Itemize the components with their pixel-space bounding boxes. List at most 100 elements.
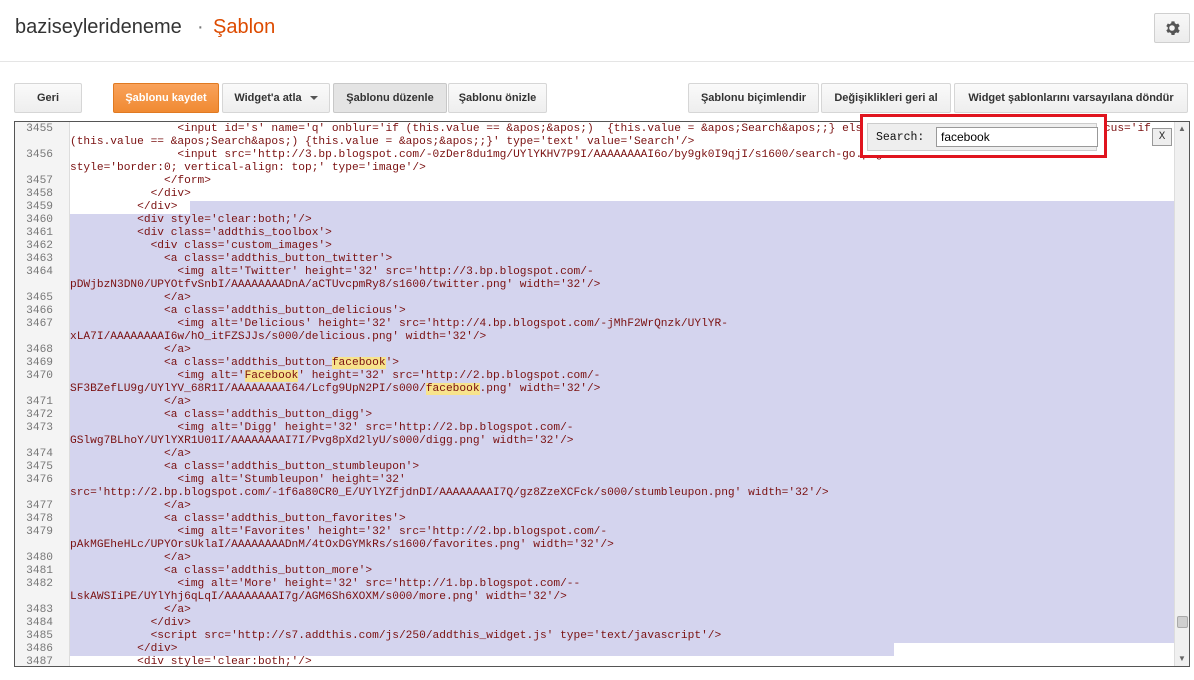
code-line[interactable]: 3485 <script src='http://s7.addthis.com/…: [15, 630, 1175, 643]
code-line[interactable]: 3461 <div class='addthis_toolbox'>: [15, 227, 1175, 240]
back-button[interactable]: Geri: [14, 83, 82, 113]
code-line[interactable]: 3475 <a class='addthis_button_stumbleupo…: [15, 461, 1175, 474]
vertical-scrollbar[interactable]: ▲ ▼: [1174, 122, 1189, 666]
code-line[interactable]: 3465 </a>: [15, 292, 1175, 305]
settings-button[interactable]: [1154, 13, 1190, 43]
code-line[interactable]: style='border:0; vertical-align: top;' t…: [15, 162, 1175, 175]
edit-template-button[interactable]: Şablonu düzenle: [333, 83, 447, 113]
line-number: 3471: [26, 396, 53, 408]
line-number: 3464: [26, 266, 53, 278]
line-text: </a>: [70, 448, 1175, 461]
code-line[interactable]: GSlwg7BLhoY/UYlYXR1U01I/AAAAAAAAI7I/Pvg8…: [15, 435, 1175, 448]
line-text: <a class='addthis_button_stumbleupon'>: [70, 461, 1175, 474]
jump-to-widget-dropdown[interactable]: Widget'a atla: [222, 83, 330, 113]
code-line[interactable]: 3469 <a class='addthis_button_facebook'>: [15, 357, 1175, 370]
code-line[interactable]: 3464 <img alt='Twitter' height='32' src=…: [15, 266, 1175, 279]
code-line[interactable]: 3480 </a>: [15, 552, 1175, 565]
top-bar: baziseylerideneme · Şablon: [0, 0, 1194, 62]
search-highlight-box: Search:: [860, 114, 1107, 158]
search-input[interactable]: [936, 127, 1098, 147]
revert-changes-button[interactable]: Değişiklikleri geri al: [821, 83, 951, 113]
code-line[interactable]: 3467 <img alt='Delicious' height='32' sr…: [15, 318, 1175, 331]
code-line[interactable]: 3468 </a>: [15, 344, 1175, 357]
close-search-button[interactable]: X: [1152, 128, 1172, 146]
preview-template-button[interactable]: Şablonu önizle: [448, 83, 547, 113]
code-editor[interactable]: 3455 <input id='s' name='q' onblur='if (…: [14, 121, 1190, 667]
line-number: 3459: [26, 201, 53, 213]
line-number: 3476: [26, 474, 53, 486]
line-text: <a class='addthis_button_more'>: [70, 565, 1175, 578]
line-text: </a>: [70, 396, 1175, 409]
search-panel: Search:: [867, 123, 1098, 151]
line-text: pAkMGEheHLc/UPYOrsUklaI/AAAAAAAADnM/4tOx…: [70, 539, 1175, 552]
line-text: <script src='http://s7.addthis.com/js/25…: [70, 630, 1175, 643]
code-line[interactable]: 3478 <a class='addthis_button_favorites'…: [15, 513, 1175, 526]
line-text: <img alt='Digg' height='32' src='http://…: [70, 422, 1175, 435]
search-label: Search:: [876, 131, 925, 144]
chevron-down-icon: [309, 96, 318, 100]
code-line[interactable]: src='http://2.bp.blogspot.com/-1f6a80CR0…: [15, 487, 1175, 500]
line-number: 3484: [26, 617, 53, 629]
blog-name[interactable]: baziseylerideneme: [15, 16, 182, 39]
line-text: <div class='addthis_toolbox'>: [70, 227, 1175, 240]
code-line[interactable]: xLA7I/AAAAAAAAI6w/hO_itFZSJJs/s000/delic…: [15, 331, 1175, 344]
scrollbar-thumb[interactable]: [1177, 616, 1188, 628]
line-text: <a class='addthis_button_favorites'>: [70, 513, 1175, 526]
jump-to-widget-label: Widget'a atla: [234, 92, 302, 104]
code-line[interactable]: LskAWSIiPE/UYlYhj6qLqI/AAAAAAAAI7g/AGM6S…: [15, 591, 1175, 604]
code-line[interactable]: 3473 <img alt='Digg' height='32' src='ht…: [15, 422, 1175, 435]
line-number: 3467: [26, 318, 53, 330]
code-line[interactable]: 3477 </a>: [15, 500, 1175, 513]
code-line[interactable]: 3459 </div>: [15, 201, 1175, 214]
save-template-button[interactable]: Şablonu kaydet: [113, 83, 219, 113]
line-number: 3485: [26, 630, 53, 642]
line-text: <a class='addthis_button_twitter'>: [70, 253, 1175, 266]
code-content[interactable]: 3455 <input id='s' name='q' onblur='if (…: [15, 123, 1175, 667]
code-line[interactable]: 3482 <img alt='More' height='32' src='ht…: [15, 578, 1175, 591]
breadcrumb-separator: ·: [197, 16, 204, 38]
line-text: </div>: [70, 201, 1175, 214]
code-line[interactable]: 3457 </form>: [15, 175, 1175, 188]
search-match: Facebook: [244, 370, 299, 382]
format-template-button[interactable]: Şablonu biçimlendir: [688, 83, 819, 113]
code-line[interactable]: 3479 <img alt='Favorites' height='32' sr…: [15, 526, 1175, 539]
code-line[interactable]: pDWjbzN3DN0/UPYOtfvSnbI/AAAAAAAADnA/aCTU…: [15, 279, 1175, 292]
line-text: </a>: [70, 344, 1175, 357]
code-line[interactable]: 3484 </div>: [15, 617, 1175, 630]
code-line[interactable]: 3471 </a>: [15, 396, 1175, 409]
line-text: </div>: [70, 617, 1175, 630]
line-text: </div>: [70, 188, 191, 200]
code-line[interactable]: 3487 <div style='clear:both;'/>: [15, 656, 1175, 667]
line-text: xLA7I/AAAAAAAAI6w/hO_itFZSJJs/s000/delic…: [70, 331, 1175, 344]
code-line[interactable]: 3463 <a class='addthis_button_twitter'>: [15, 253, 1175, 266]
code-line[interactable]: pAkMGEheHLc/UPYOrsUklaI/AAAAAAAADnM/4tOx…: [15, 539, 1175, 552]
code-line[interactable]: 3483 </a>: [15, 604, 1175, 617]
scroll-down-icon[interactable]: ▼: [1177, 654, 1187, 664]
code-line[interactable]: 3481 <a class='addthis_button_more'>: [15, 565, 1175, 578]
code-line[interactable]: SF3BZefLU9g/UYlYV_68R1I/AAAAAAAAI64/Lcfg…: [15, 383, 1175, 396]
scroll-up-icon[interactable]: ▲: [1177, 124, 1187, 134]
code-line[interactable]: 3458 </div>: [15, 188, 1175, 201]
line-number: 3473: [26, 422, 53, 434]
code-line[interactable]: 3466 <a class='addthis_button_delicious'…: [15, 305, 1175, 318]
line-text: <div style='clear:both;'/>: [70, 656, 312, 667]
code-line[interactable]: 3470 <img alt='Facebook' height='32' src…: [15, 370, 1175, 383]
line-number: 3455: [26, 123, 53, 135]
line-text: pDWjbzN3DN0/UPYOtfvSnbI/AAAAAAAADnA/aCTU…: [70, 279, 1175, 292]
line-number: 3469: [26, 357, 53, 369]
code-line[interactable]: 3462 <div class='custom_images'>: [15, 240, 1175, 253]
line-text: </a>: [70, 500, 1175, 513]
line-text: </form>: [70, 175, 211, 187]
line-number: 3481: [26, 565, 53, 577]
code-line[interactable]: 3486 </div>: [15, 643, 1175, 656]
line-text: GSlwg7BLhoY/UYlYXR1U01I/AAAAAAAAI7I/Pvg8…: [70, 435, 1175, 448]
reset-widget-templates-button[interactable]: Widget şablonlarını varsayılana döndür: [954, 83, 1188, 113]
line-number: 3486: [26, 643, 53, 655]
code-line[interactable]: 3474 </a>: [15, 448, 1175, 461]
line-number: 3472: [26, 409, 53, 421]
code-line[interactable]: 3472 <a class='addthis_button_digg'>: [15, 409, 1175, 422]
line-number: 3463: [26, 253, 53, 265]
code-line[interactable]: 3460 <div style='clear:both;'/>: [15, 214, 1175, 227]
line-text: <a class='addthis_button_delicious'>: [70, 305, 1175, 318]
code-line[interactable]: 3476 <img alt='Stumbleupon' height='32': [15, 474, 1175, 487]
